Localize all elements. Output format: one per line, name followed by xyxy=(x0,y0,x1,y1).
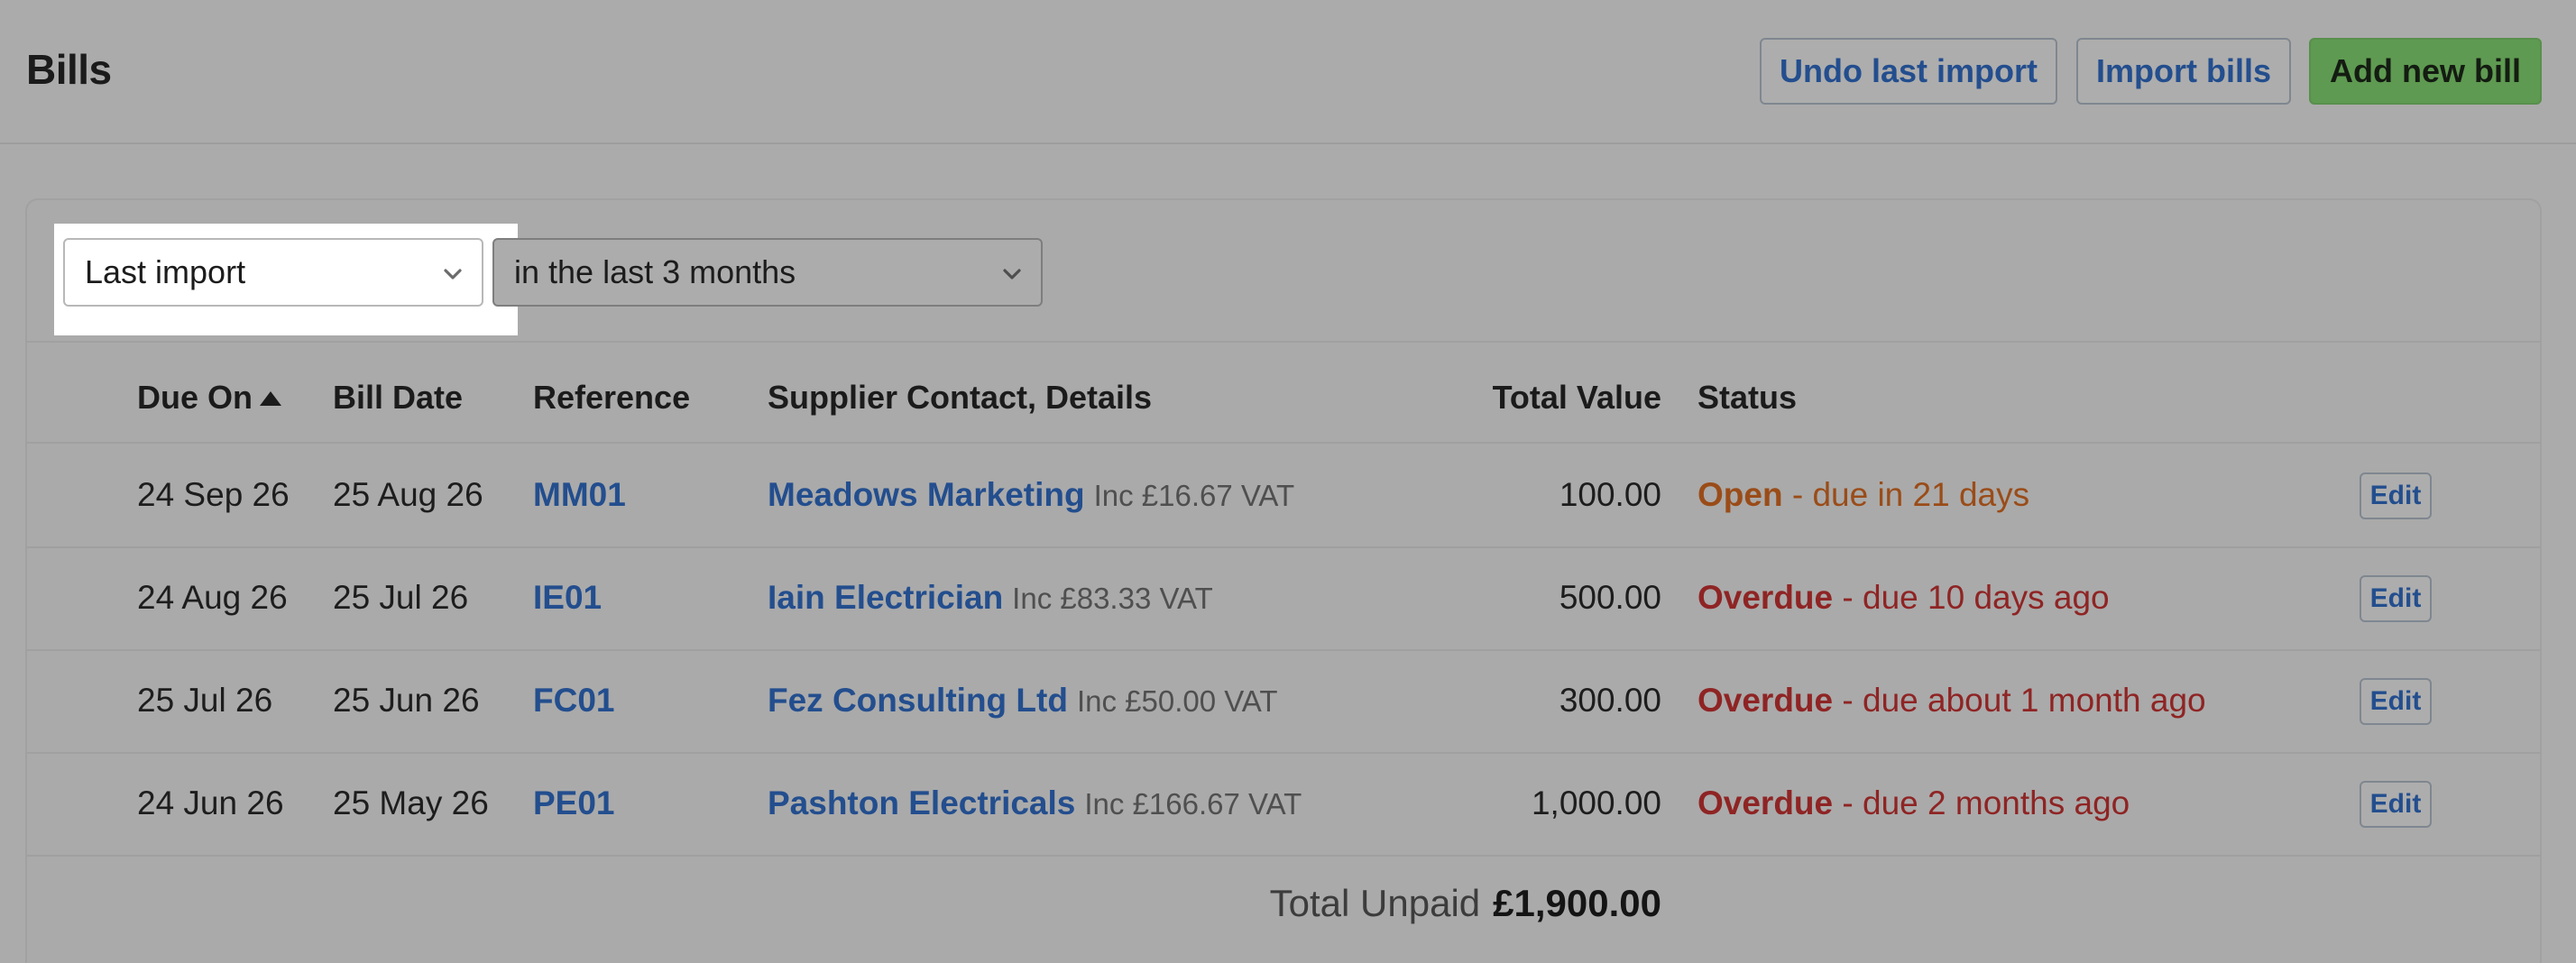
due-on-cell: 25 Jul 26 xyxy=(137,682,273,719)
edit-button[interactable]: Edit xyxy=(2360,575,2432,622)
supplier-cell: Pashton Electricals Inc £166.67 VAT xyxy=(768,784,1302,822)
status-detail: - due 10 days ago xyxy=(1833,579,2110,616)
bills-card: Last import in the last 3 months Due On … xyxy=(25,198,2542,963)
chevron-down-icon xyxy=(440,261,465,287)
column-header-supplier[interactable]: Supplier Contact, Details xyxy=(768,379,1152,417)
total-value-cell: 1,000.00 xyxy=(1531,784,1661,821)
undo-last-import-button[interactable]: Undo last import xyxy=(1760,38,2057,105)
supplier-cell: Meadows Marketing Inc £16.67 VAT xyxy=(768,476,1294,514)
import-bills-button[interactable]: Import bills xyxy=(2076,38,2291,105)
table-header: Due On Bill Date Reference Supplier Cont… xyxy=(27,344,2540,444)
status-cell: Open - due in 21 days xyxy=(1697,476,2029,514)
due-on-cell: 24 Sep 26 xyxy=(137,476,290,513)
vat-detail: Inc £50.00 VAT xyxy=(1076,684,1278,718)
column-header-total-value[interactable]: Total Value xyxy=(1391,379,1661,417)
table-row: 24 Aug 26 25 Jul 26 IE01 Iain Electricia… xyxy=(27,548,2540,651)
bill-type-select[interactable]: Last import xyxy=(63,238,483,307)
status-detail: - due in 21 days xyxy=(1782,476,2030,513)
page-title: Bills xyxy=(26,46,112,93)
status-badge: Open xyxy=(1697,476,1783,513)
total-value-cell: 300.00 xyxy=(1559,682,1661,719)
due-on-cell: 24 Aug 26 xyxy=(137,579,288,616)
status-cell: Overdue - due 10 days ago xyxy=(1697,579,2110,617)
status-detail: - due about 1 month ago xyxy=(1833,682,2206,719)
vat-detail: Inc £83.33 VAT xyxy=(1012,582,1213,615)
total-unpaid-label: Total Unpaid xyxy=(1269,882,1481,924)
supplier-cell: Iain Electrician Inc £83.33 VAT xyxy=(768,579,1213,617)
sort-ascending-icon xyxy=(258,378,283,416)
supplier-cell: Fez Consulting Ltd Inc £50.00 VAT xyxy=(768,682,1278,720)
edit-button[interactable]: Edit xyxy=(2360,678,2432,725)
add-new-bill-button[interactable]: Add new bill xyxy=(2309,38,2542,105)
bill-type-select-value: Last import xyxy=(85,253,246,290)
reference-link[interactable]: PE01 xyxy=(533,784,615,822)
edit-button[interactable]: Edit xyxy=(2360,781,2432,828)
vat-detail: Inc £166.67 VAT xyxy=(1084,787,1302,821)
supplier-link[interactable]: Pashton Electricals xyxy=(768,784,1075,821)
bill-date-cell: 25 Jul 26 xyxy=(333,579,469,616)
date-range-select-value: in the last 3 months xyxy=(514,253,796,290)
bill-date-cell: 25 Aug 26 xyxy=(333,476,483,513)
table-row: 24 Sep 26 25 Aug 26 MM01 Meadows Marketi… xyxy=(27,445,2540,548)
status-cell: Overdue - due about 1 month ago xyxy=(1697,682,2206,720)
total-unpaid: Total Unpaid £1,900.00 xyxy=(929,882,1661,925)
edit-button[interactable]: Edit xyxy=(2360,472,2432,519)
total-value-cell: 100.00 xyxy=(1559,476,1661,513)
due-on-cell: 24 Jun 26 xyxy=(137,784,284,821)
supplier-link[interactable]: Fez Consulting Ltd xyxy=(768,682,1068,719)
total-unpaid-amount: £1,900.00 xyxy=(1493,882,1661,924)
total-value-cell: 500.00 xyxy=(1559,579,1661,616)
bill-date-cell: 25 Jun 26 xyxy=(333,682,480,719)
status-detail: - due 2 months ago xyxy=(1833,784,2130,821)
page-header: Bills Undo last import Import bills Add … xyxy=(0,0,2576,144)
column-header-status[interactable]: Status xyxy=(1697,379,1797,417)
status-badge: Overdue xyxy=(1697,579,1834,616)
column-header-reference[interactable]: Reference xyxy=(533,379,690,417)
reference-link[interactable]: IE01 xyxy=(533,579,602,617)
column-header-due-on[interactable]: Due On xyxy=(137,379,283,417)
chevron-down-icon xyxy=(999,261,1025,287)
filter-bar: Last import in the last 3 months xyxy=(27,200,2540,343)
vat-detail: Inc £16.67 VAT xyxy=(1093,479,1295,512)
date-range-select[interactable]: in the last 3 months xyxy=(492,238,1043,307)
column-header-label: Due On xyxy=(137,379,253,416)
status-cell: Overdue - due 2 months ago xyxy=(1697,784,2130,822)
table-row: 25 Jul 26 25 Jun 26 FC01 Fez Consulting … xyxy=(27,651,2540,754)
reference-link[interactable]: FC01 xyxy=(533,682,614,720)
table-row: 24 Jun 26 25 May 26 PE01 Pashton Electri… xyxy=(27,754,2540,857)
bill-date-cell: 25 May 26 xyxy=(333,784,489,821)
supplier-link[interactable]: Iain Electrician xyxy=(768,579,1003,616)
supplier-link[interactable]: Meadows Marketing xyxy=(768,476,1085,513)
status-badge: Overdue xyxy=(1697,682,1834,719)
reference-link[interactable]: MM01 xyxy=(533,476,626,514)
status-badge: Overdue xyxy=(1697,784,1834,821)
column-header-bill-date[interactable]: Bill Date xyxy=(333,379,463,417)
